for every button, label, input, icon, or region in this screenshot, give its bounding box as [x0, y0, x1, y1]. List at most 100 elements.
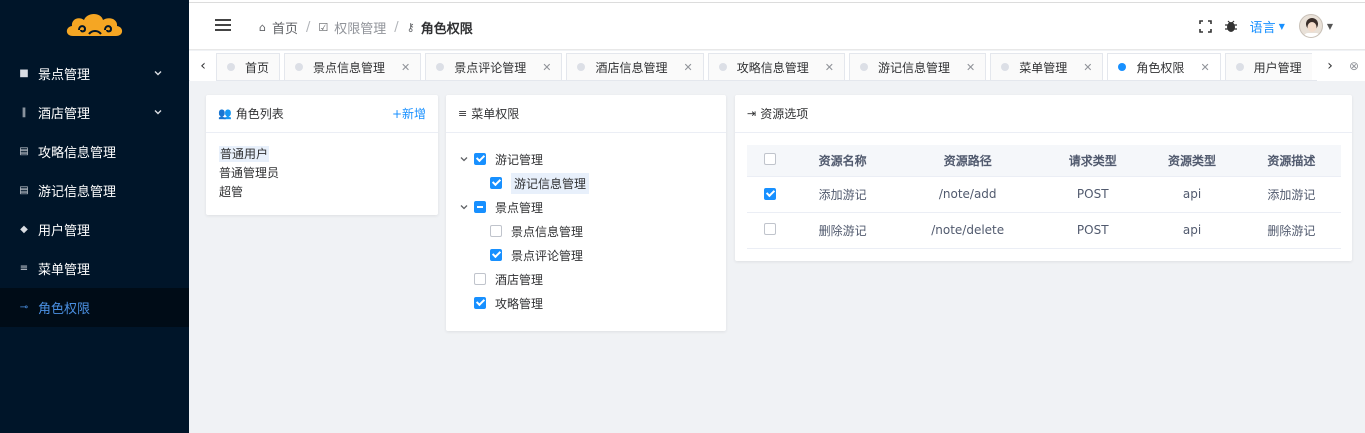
tab-status-dot: [1001, 63, 1010, 71]
tree-node-label: 攻略管理: [495, 296, 544, 311]
table-row[interactable]: 删除游记/note/delete POST api 删除游记: [747, 212, 1341, 249]
table-cell: [747, 176, 793, 213]
tab-item[interactable]: 用户管理✕: [1224, 53, 1312, 80]
resource-card-title: 资源选项: [760, 107, 809, 121]
role-card-header: 👥 角色列表 +新增: [206, 95, 438, 133]
sidebar-item-4[interactable]: ◆ 用户管理: [0, 210, 189, 249]
close-icon[interactable]: ✕: [684, 61, 693, 74]
sidebar-item-label: 攻略信息管理: [38, 146, 117, 161]
checkbox[interactable]: [474, 297, 486, 309]
tabs-scroll-left-icon[interactable]: ‹: [190, 51, 216, 81]
sidebar-item-5[interactable]: ≡ 菜单管理: [0, 249, 189, 288]
key-icon: ⊸: [19, 302, 29, 313]
tab-status-dot: [859, 63, 868, 71]
table-row[interactable]: 添加游记/note/add POST api 添加游记: [747, 176, 1341, 213]
table-cell: 删除游记: [793, 212, 893, 249]
sidebar-item-1[interactable]: ‖ 酒店管理: [0, 93, 189, 132]
add-role-button[interactable]: +新增: [392, 105, 426, 122]
tab-item[interactable]: 攻略信息管理 ✕: [707, 53, 845, 80]
tab-item[interactable]: 角色权限 ✕: [1107, 53, 1221, 80]
checkbox[interactable]: [490, 177, 502, 189]
table-header-cell: 资源路径: [892, 145, 1044, 177]
role-item[interactable]: 超管: [219, 183, 425, 202]
fullscreen-icon[interactable]: [1198, 19, 1212, 33]
resource-card-header: ⇥ 资源选项: [735, 95, 1352, 133]
chevron-down-icon: ▼: [1278, 21, 1285, 31]
tab-label: 攻略信息管理: [736, 60, 809, 75]
tab-item[interactable]: 游记信息管理 ✕: [848, 53, 987, 80]
breadcrumb-separator: /: [394, 20, 399, 35]
key-icon: ⚷: [406, 21, 415, 34]
table-cell: /note/delete: [892, 212, 1044, 249]
tabs-scroll-right-icon[interactable]: ›: [1317, 51, 1343, 81]
checkbox[interactable]: [474, 201, 486, 213]
checkbox[interactable]: [490, 225, 502, 237]
tree-node[interactable]: 景点评论管理: [458, 243, 714, 267]
sidebar-item-label: 用户管理: [38, 224, 91, 239]
close-icon[interactable]: ✕: [401, 61, 410, 74]
menu-icon: ≡: [19, 263, 29, 274]
menu-toggle-icon[interactable]: [215, 19, 231, 32]
roles-icon: 👥: [218, 107, 232, 120]
avatar[interactable]: [1298, 14, 1323, 38]
document-icon: ▤: [19, 185, 29, 196]
resource-card: ⇥ 资源选项 资源名称 资源路径 请求类型 资源类型 资源描述 添加游记/note/ad…: [735, 95, 1352, 261]
tree-node[interactable]: 酒店管理: [458, 267, 714, 291]
cloud-logo-icon: [66, 14, 122, 36]
tree-node[interactable]: 景点管理: [458, 195, 714, 219]
tree-node-label: 景点评论管理: [511, 248, 584, 263]
sidebar-item-3[interactable]: ▤ 游记信息管理: [0, 171, 189, 210]
row-checkbox[interactable]: [764, 188, 776, 200]
header-actions: 语言 ▼ ▼: [1198, 14, 1333, 38]
caret-down-icon[interactable]: [458, 153, 470, 165]
language-dropdown[interactable]: 语言: [1250, 17, 1276, 36]
table-cell: POST: [1043, 176, 1143, 213]
tree-node-label: 游记管理: [495, 152, 544, 167]
select-all-checkbox[interactable]: [764, 152, 776, 165]
close-icon[interactable]: ✕: [542, 61, 551, 74]
table-header-cell: 资源名称: [793, 145, 893, 177]
checkbox[interactable]: [490, 249, 502, 261]
breadcrumb-permission[interactable]: 权限管理: [334, 18, 386, 37]
checkbox[interactable]: [474, 153, 486, 165]
logo[interactable]: [0, 0, 189, 54]
tab-item[interactable]: 景点评论管理 ✕: [425, 53, 563, 80]
sidebar-item-2[interactable]: ▤ 攻略信息管理: [0, 132, 189, 171]
table-header-cell: 请求类型: [1043, 145, 1143, 177]
caret-down-icon[interactable]: [458, 201, 470, 213]
tab-label: 用户管理: [1253, 60, 1302, 75]
role-item[interactable]: 普通管理员: [219, 164, 425, 183]
tab-status-dot: [718, 63, 727, 71]
tree-node[interactable]: 游记信息管理: [458, 171, 714, 195]
avatar-dropdown-icon[interactable]: ▼: [1327, 22, 1333, 31]
menu-card-title: 菜单权限: [471, 107, 520, 121]
tabs-close-all-icon[interactable]: ⊗: [1341, 51, 1365, 81]
book-icon: ■: [19, 68, 29, 79]
tree-node[interactable]: 游记管理: [458, 147, 714, 171]
sidebar-item-6[interactable]: ⊸ 角色权限: [0, 288, 189, 327]
menu-icon: ≡: [458, 107, 468, 120]
tab-item[interactable]: 酒店信息管理 ✕: [566, 53, 704, 80]
tab-list: 首页 景点信息管理 ✕ 景点评论管理 ✕ 酒店信息管理 ✕ 攻略信息管理 ✕ 游记信息管理 ✕ 菜单管…: [216, 53, 1312, 80]
sidebar-item-0[interactable]: ■ 景点管理: [0, 54, 189, 93]
tab-item[interactable]: 景点信息管理 ✕: [284, 53, 422, 80]
breadcrumb-home[interactable]: 首页: [272, 18, 298, 37]
tab-status-dot: [1118, 63, 1127, 71]
tree-node[interactable]: 攻略管理: [458, 291, 714, 315]
tab-label: 菜单管理: [1019, 60, 1068, 75]
tab-label: 酒店信息管理: [595, 60, 668, 75]
tab-item[interactable]: 首页: [216, 53, 281, 80]
bug-icon[interactable]: [1224, 19, 1238, 33]
menu-card-header: ≡ 菜单权限: [446, 95, 726, 133]
row-checkbox[interactable]: [764, 222, 776, 235]
close-icon[interactable]: ✕: [966, 61, 975, 74]
close-icon[interactable]: ✕: [1083, 61, 1092, 74]
tree-node[interactable]: 景点信息管理: [458, 219, 714, 243]
table-header-cell: 资源描述: [1241, 145, 1341, 177]
close-icon[interactable]: ✕: [825, 61, 834, 74]
role-item[interactable]: 普通用户: [219, 145, 425, 164]
checkbox[interactable]: [474, 273, 486, 285]
close-icon[interactable]: ✕: [1200, 61, 1209, 74]
tab-item[interactable]: 菜单管理 ✕: [990, 53, 1104, 80]
